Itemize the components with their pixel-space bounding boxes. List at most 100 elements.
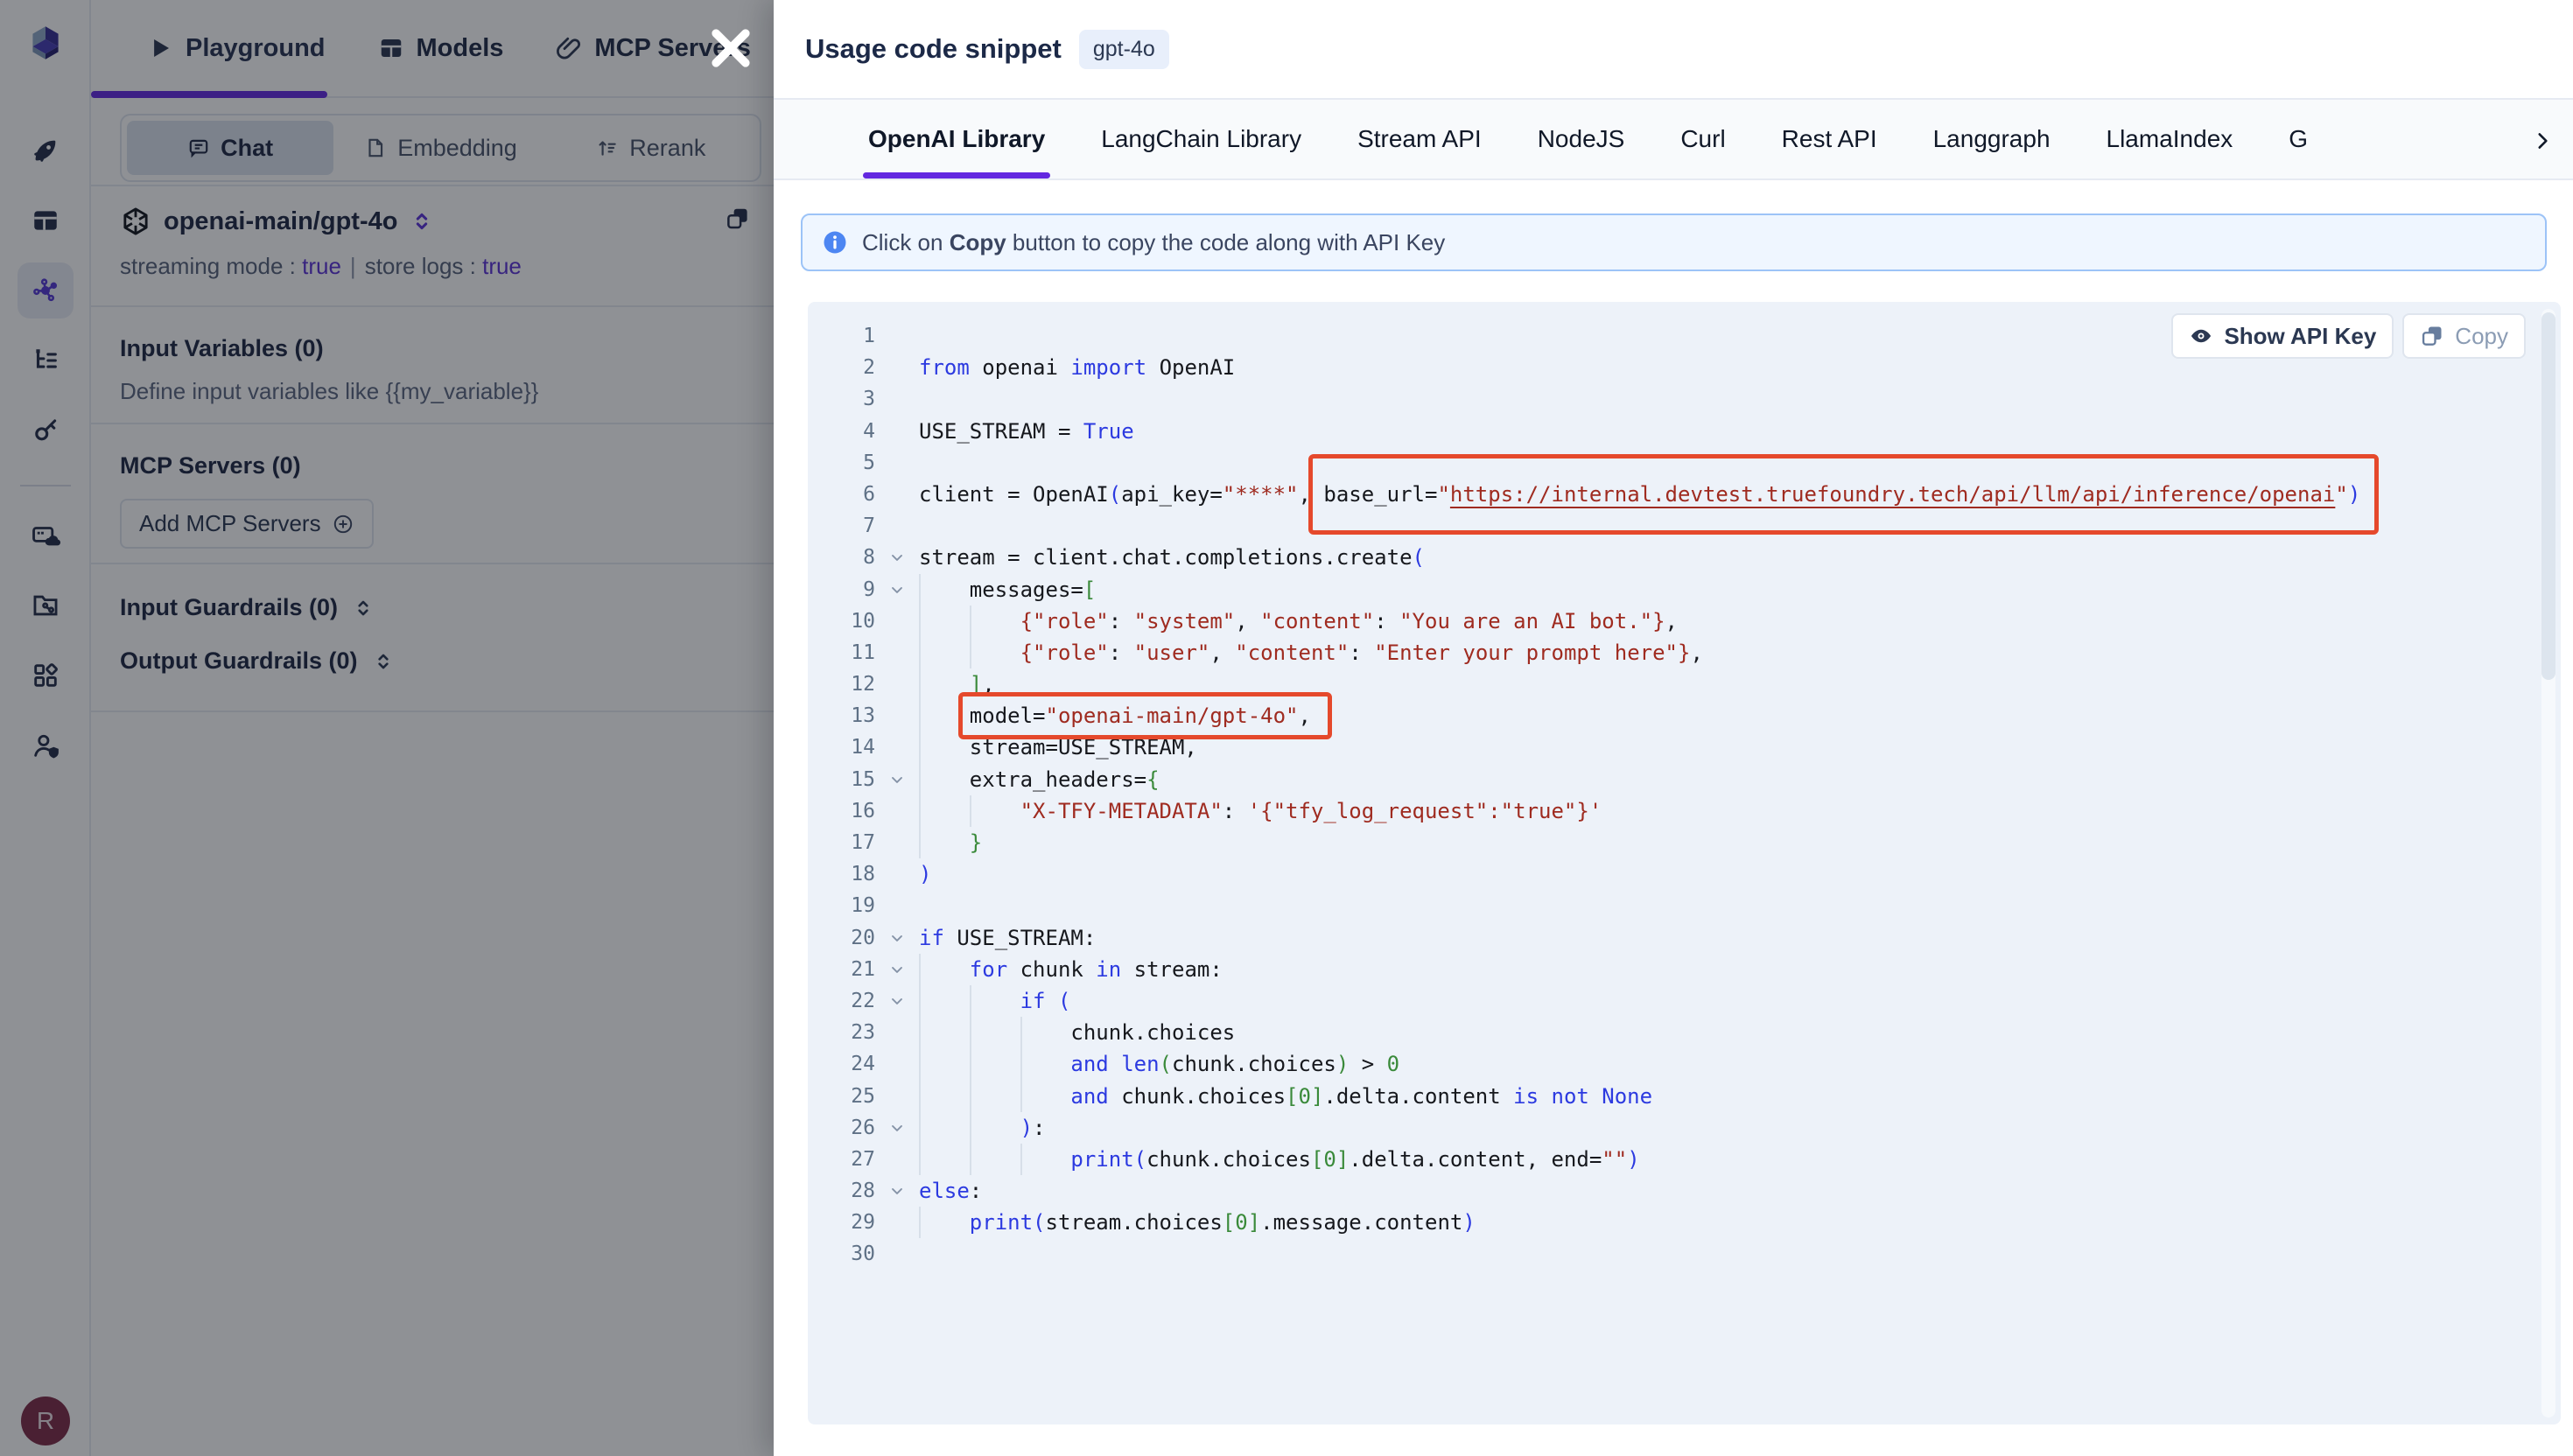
- code-line: 9messages=[: [808, 574, 2561, 606]
- indent-guide: [919, 764, 970, 795]
- indent-guide: [919, 954, 970, 985]
- tab-rest-api[interactable]: Rest API: [1782, 100, 1877, 178]
- code-line: 23chunk.choices: [808, 1017, 2561, 1048]
- code-line: 7: [808, 510, 2561, 542]
- code-line: 12],: [808, 668, 2561, 700]
- tab-nodejs[interactable]: NodeJS: [1538, 100, 1625, 178]
- line-number: 11: [808, 637, 875, 668]
- tab-stream-api[interactable]: Stream API: [1357, 100, 1482, 178]
- code-line: 29print(stream.choices[0].message.conten…: [808, 1207, 2561, 1238]
- close-icon[interactable]: [707, 24, 754, 72]
- indent-guide: [919, 637, 970, 668]
- fold-chevron-icon[interactable]: [875, 1112, 919, 1144]
- code-line: 14stream=USE_STREAM,: [808, 732, 2561, 763]
- line-number: 17: [808, 827, 875, 858]
- indent-guide: [919, 1017, 970, 1048]
- fold-gutter: [875, 1207, 919, 1238]
- fold-gutter: [875, 795, 919, 827]
- usage-code-modal: Usage code snippet gpt-4o OpenAI Library…: [774, 0, 2573, 1456]
- code-line: 30: [808, 1238, 2561, 1270]
- fold-chevron-icon[interactable]: [875, 542, 919, 573]
- fold-gutter: [875, 1144, 919, 1175]
- code-line: 15extra_headers={: [808, 764, 2561, 795]
- fold-gutter: [875, 732, 919, 763]
- indent-guide: [970, 1144, 1020, 1175]
- indent-guide: [919, 795, 970, 827]
- line-number: 26: [808, 1112, 875, 1144]
- fold-gutter: [875, 637, 919, 668]
- modal-overlay[interactable]: [0, 0, 774, 1456]
- fold-gutter: [875, 416, 919, 447]
- code-line: 18): [808, 858, 2561, 890]
- code-block: Show API Key Copy 12from openai import O…: [808, 302, 2561, 1424]
- code-text: client = OpenAI(api_key="****", base_url…: [919, 479, 2360, 510]
- tabs-scroll-right-chevron-icon[interactable]: [2531, 100, 2554, 182]
- code-text: if USE_STREAM:: [919, 922, 1096, 954]
- tab-langgraph[interactable]: Langgraph: [1933, 100, 2051, 178]
- highlight-box-base-url: base_url="https://internal.devtest.truef…: [1323, 479, 2360, 510]
- line-number: 10: [808, 606, 875, 637]
- line-number: 2: [808, 352, 875, 383]
- line-number: 28: [808, 1175, 875, 1207]
- code-text: ): [919, 858, 931, 890]
- tab-clipped[interactable]: G: [2289, 100, 2308, 178]
- code-text: else:: [919, 1175, 982, 1207]
- code-text: model="openai-main/gpt-4o",: [919, 700, 1311, 732]
- code-text: if (: [919, 985, 1070, 1017]
- modal-title: Usage code snippet: [805, 33, 1062, 65]
- modal-header: Usage code snippet gpt-4o: [774, 0, 2573, 98]
- fold-gutter: [875, 1048, 919, 1080]
- indent-guide: [1020, 1017, 1071, 1048]
- fold-chevron-icon[interactable]: [875, 764, 919, 795]
- indent-guide: [1020, 1048, 1071, 1080]
- code-line: 3: [808, 383, 2561, 415]
- fold-chevron-icon[interactable]: [875, 574, 919, 606]
- line-number: 3: [808, 383, 875, 415]
- line-number: 27: [808, 1144, 875, 1175]
- fold-chevron-icon[interactable]: [875, 985, 919, 1017]
- fold-gutter: [875, 1081, 919, 1112]
- indent-guide: [1020, 1144, 1071, 1175]
- fold-chevron-icon[interactable]: [875, 1175, 919, 1207]
- code-text: and len(chunk.choices) > 0: [919, 1048, 1399, 1080]
- indent-guide: [970, 1017, 1020, 1048]
- line-number: 20: [808, 922, 875, 954]
- eye-icon: [2189, 324, 2213, 348]
- code-text: {"role": "system", "content": "You are a…: [919, 606, 1678, 637]
- indent-guide: [970, 606, 1020, 637]
- indent-guide: [970, 1112, 1020, 1144]
- indent-guide: [919, 1048, 970, 1080]
- code-text: {"role": "user", "content": "Enter your …: [919, 637, 1703, 668]
- fold-gutter: [875, 383, 919, 415]
- fold-gutter: [875, 510, 919, 542]
- code-line: 21for chunk in stream:: [808, 954, 2561, 985]
- code-line: 25and chunk.choices[0].delta.content is …: [808, 1081, 2561, 1112]
- fold-chevron-icon[interactable]: [875, 954, 919, 985]
- tab-openai-library[interactable]: OpenAI Library: [868, 100, 1045, 178]
- code-text: }: [919, 827, 982, 858]
- indent-guide: [919, 985, 970, 1017]
- tab-langchain-library[interactable]: LangChain Library: [1101, 100, 1301, 178]
- tab-curl[interactable]: Curl: [1680, 100, 1725, 178]
- tab-llamaindex[interactable]: LlamaIndex: [2107, 100, 2233, 178]
- code-scrollbar-thumb[interactable]: [2541, 312, 2555, 680]
- code-scrollbar[interactable]: [2541, 309, 2555, 1418]
- code-line: 17}: [808, 827, 2561, 858]
- code-line: 27print(chunk.choices[0].delta.content, …: [808, 1144, 2561, 1175]
- fold-gutter: [875, 890, 919, 921]
- indent-guide: [919, 574, 970, 606]
- code-line: 19: [808, 890, 2561, 921]
- fold-chevron-icon[interactable]: [875, 922, 919, 954]
- show-api-key-button[interactable]: Show API Key: [2171, 313, 2394, 359]
- line-number: 21: [808, 954, 875, 985]
- fold-gutter: [875, 1238, 919, 1270]
- code-text: print(stream.choices[0].message.content): [919, 1207, 1476, 1238]
- line-number: 18: [808, 858, 875, 890]
- code-text: USE_STREAM = True: [919, 416, 1134, 447]
- copy-label: Copy: [2455, 323, 2508, 350]
- line-number: 15: [808, 764, 875, 795]
- line-number: 19: [808, 890, 875, 921]
- copy-code-button[interactable]: Copy: [2402, 313, 2526, 359]
- highlight-box-model: model="openai-main/gpt-4o",: [970, 700, 1311, 732]
- code-text: ):: [919, 1112, 1046, 1144]
